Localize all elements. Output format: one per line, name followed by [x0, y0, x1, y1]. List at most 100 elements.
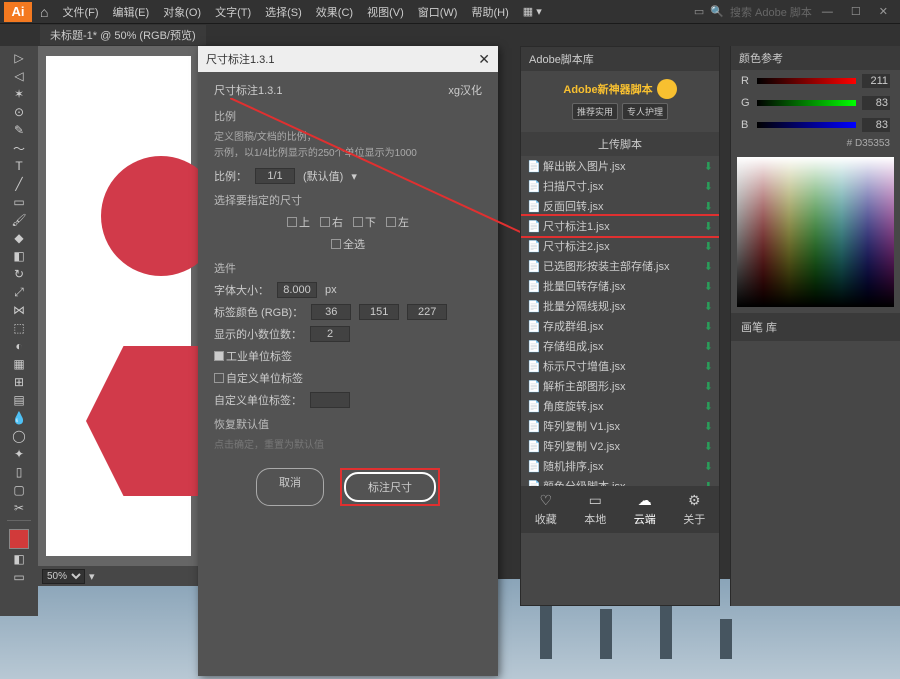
home-icon[interactable]: ⌂	[40, 4, 48, 20]
type-tool-icon[interactable]: T	[11, 158, 27, 174]
menu-edit[interactable]: 编辑(E)	[107, 2, 156, 22]
perspective-tool-icon[interactable]: ▦	[11, 356, 27, 372]
tag-recommended[interactable]: 推荐实用	[572, 103, 618, 120]
color-b-input[interactable]	[407, 304, 447, 320]
blend-tool-icon[interactable]: ◯	[11, 428, 27, 444]
slice-tool-icon[interactable]: ✂	[11, 500, 27, 516]
scripts-list[interactable]: 📄解出嵌入图片.jsx⬇📄扫描尺寸.jsx⬇📄反面回转.jsx⬇📄尺寸标注1.j…	[521, 156, 719, 486]
download-icon[interactable]: ⬇	[704, 240, 713, 253]
shape-builder-tool-icon[interactable]: ◐	[11, 338, 27, 354]
nav-云端[interactable]: ☁云端	[634, 492, 656, 527]
swatch-panel-title[interactable]: 画笔 库	[731, 313, 900, 341]
tag-curated[interactable]: 专人护理	[622, 103, 668, 120]
download-icon[interactable]: ⬇	[704, 320, 713, 333]
window-layout-icon[interactable]: ▭	[694, 5, 704, 18]
checkbox-left[interactable]: 左	[386, 214, 409, 230]
dialog-titlebar[interactable]: 尺寸标注1.3.1 ✕	[198, 46, 498, 72]
menu-object[interactable]: 对象(O)	[157, 2, 207, 22]
menu-file[interactable]: 文件(F)	[56, 2, 104, 22]
search-placeholder[interactable]: 搜索 Adobe 脚本	[730, 4, 812, 20]
download-icon[interactable]: ⬇	[704, 480, 713, 487]
script-item[interactable]: 📄阵列复制 V1.jsx⬇	[521, 416, 719, 436]
width-tool-icon[interactable]: ⋈	[11, 302, 27, 318]
nav-关于[interactable]: ⚙关于	[683, 492, 705, 527]
nav-本地[interactable]: ▭本地	[584, 492, 606, 527]
hex-value[interactable]: # D35353	[731, 136, 900, 151]
free-transform-tool-icon[interactable]: ⬚	[11, 320, 27, 336]
g-value[interactable]: 83	[862, 96, 890, 110]
script-item[interactable]: 📄尺寸标注1.jsx⬇	[521, 216, 719, 236]
b-value[interactable]: 83	[862, 118, 890, 132]
script-item[interactable]: 📄解析主部图形.jsx⬇	[521, 376, 719, 396]
script-item[interactable]: 📄尺寸标注2.jsx⬇	[521, 236, 719, 256]
color-mode-icon[interactable]: ◧	[11, 551, 27, 567]
menu-help[interactable]: 帮助(H)	[465, 2, 514, 22]
download-icon[interactable]: ⬇	[704, 300, 713, 313]
script-item[interactable]: 📄已选图形按装主部存储.jsx⬇	[521, 256, 719, 276]
shaper-tool-icon[interactable]: ◆	[11, 230, 27, 246]
checkbox-right[interactable]: 右	[320, 214, 343, 230]
magic-wand-tool-icon[interactable]: ✶	[11, 86, 27, 102]
canvas-area[interactable]	[38, 46, 198, 586]
fill-swatch[interactable]	[9, 529, 29, 549]
custom-unit-input[interactable]	[310, 392, 350, 408]
checkbox-top[interactable]: 上	[287, 214, 310, 230]
g-slider[interactable]	[757, 100, 856, 106]
menu-view[interactable]: 视图(V)	[361, 2, 410, 22]
scripts-panel-title[interactable]: Adobe脚本库	[521, 47, 719, 71]
download-icon[interactable]: ⬇	[704, 340, 713, 353]
download-icon[interactable]: ⬇	[704, 400, 713, 413]
download-icon[interactable]: ⬇	[704, 220, 713, 233]
color-picker[interactable]	[737, 157, 894, 307]
menu-select[interactable]: 选择(S)	[259, 2, 308, 22]
eraser-tool-icon[interactable]: ◧	[11, 248, 27, 264]
brush-tool-icon[interactable]: 🖌	[11, 212, 27, 228]
decimals-input[interactable]	[310, 326, 350, 342]
checkbox-bottom[interactable]: 下	[353, 214, 376, 230]
symbol-sprayer-tool-icon[interactable]: ✦	[11, 446, 27, 462]
curvature-tool-icon[interactable]: 〜	[11, 140, 27, 156]
minimize-icon[interactable]: —	[814, 4, 841, 20]
download-icon[interactable]: ⬇	[704, 260, 713, 273]
script-item[interactable]: 📄反面回转.jsx⬇	[521, 196, 719, 216]
pen-tool-icon[interactable]: ✎	[11, 122, 27, 138]
dropdown-icon[interactable]: ▾	[351, 170, 357, 183]
script-item[interactable]: 📄角度旋转.jsx⬇	[521, 396, 719, 416]
direct-selection-tool-icon[interactable]: ◁	[11, 68, 27, 84]
scale-tool-icon[interactable]: ⤢	[11, 284, 27, 300]
r-slider[interactable]	[757, 78, 856, 84]
color-r-input[interactable]	[311, 304, 351, 320]
script-item[interactable]: 📄阵列复制 V2.jsx⬇	[521, 436, 719, 456]
color-panel-title[interactable]: 颜色参考	[731, 46, 900, 70]
mesh-tool-icon[interactable]: ⊞	[11, 374, 27, 390]
checkbox-all[interactable]: 全选	[331, 236, 365, 252]
script-item[interactable]: 📄批量回转存储.jsx⬇	[521, 276, 719, 296]
font-size-input[interactable]	[277, 282, 317, 298]
search-icon[interactable]: 🔍	[710, 5, 724, 18]
artboard-tool-icon[interactable]: ▢	[11, 482, 27, 498]
gradient-tool-icon[interactable]: ▤	[11, 392, 27, 408]
checkbox-industrial[interactable]: 工业单位标签	[214, 348, 292, 364]
download-icon[interactable]: ⬇	[704, 160, 713, 173]
ok-button[interactable]: 标注尺寸	[344, 472, 436, 502]
b-slider[interactable]	[757, 122, 856, 128]
dialog-close-icon[interactable]: ✕	[478, 51, 490, 68]
download-icon[interactable]: ⬇	[704, 200, 713, 213]
rectangle-tool-icon[interactable]: ▭	[11, 194, 27, 210]
download-icon[interactable]: ⬇	[704, 380, 713, 393]
column-graph-tool-icon[interactable]: ▯	[11, 464, 27, 480]
eyedropper-tool-icon[interactable]: 💧	[11, 410, 27, 426]
line-tool-icon[interactable]: ╱	[11, 176, 27, 192]
script-item[interactable]: 📄标示尺寸增值.jsx⬇	[521, 356, 719, 376]
nav-收藏[interactable]: ♡收藏	[535, 492, 557, 527]
color-g-input[interactable]	[359, 304, 399, 320]
ratio-input[interactable]	[255, 168, 295, 184]
zoom-select[interactable]: 50%	[42, 569, 85, 584]
selection-tool-icon[interactable]: ▷	[11, 50, 27, 66]
rotate-tool-icon[interactable]: ↻	[11, 266, 27, 282]
script-item[interactable]: 📄扫描尺寸.jsx⬇	[521, 176, 719, 196]
r-value[interactable]: 211	[862, 74, 890, 88]
checkbox-custom-unit[interactable]: 自定义单位标签	[214, 370, 303, 386]
close-icon[interactable]: ✕	[871, 3, 896, 20]
download-icon[interactable]: ⬇	[704, 360, 713, 373]
